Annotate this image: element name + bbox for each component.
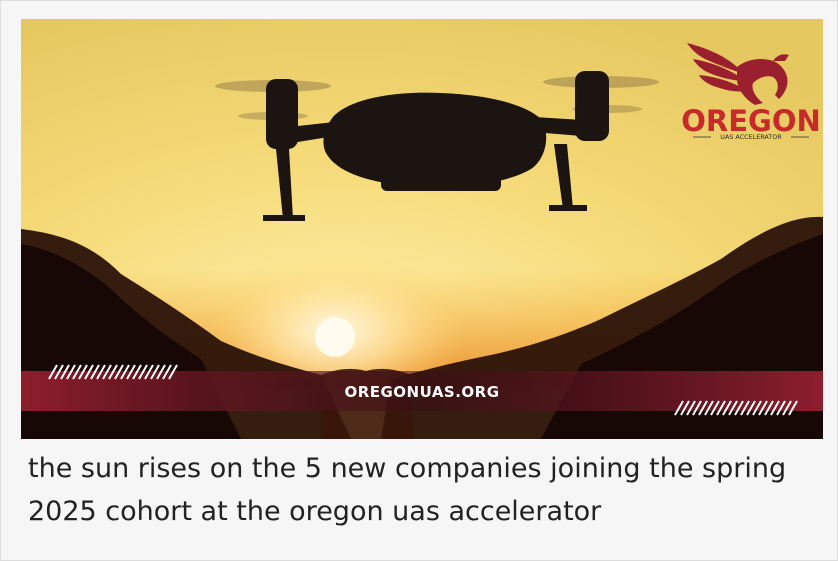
sun [315,317,355,357]
logo-subtitle: UAS ACCELERATOR [720,133,782,141]
post-image[interactable]: OREGONUAS.ORG OREGON UAS ACCELERATOR [21,19,823,439]
banner-url-text: OREGONUAS.ORG [344,383,499,401]
post-card: OREGONUAS.ORG OREGON UAS ACCELERATOR the… [0,0,838,561]
post-caption: the sun rises on the 5 new companies joi… [28,453,787,527]
drone-sunset-photo: OREGONUAS.ORG OREGON UAS ACCELERATOR [21,19,823,439]
